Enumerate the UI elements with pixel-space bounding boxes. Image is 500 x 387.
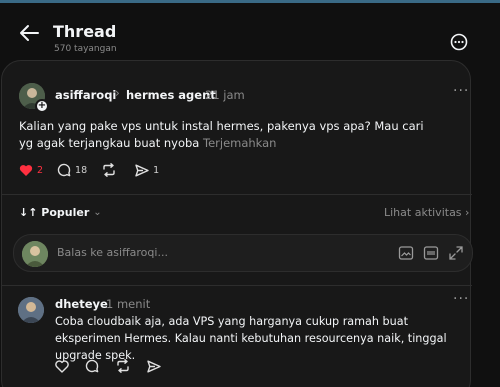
gif-icon [423,246,439,260]
more-options-button[interactable] [450,33,468,51]
comment-reply-button[interactable] [85,358,99,377]
like-button[interactable]: 2 [19,164,43,177]
sort-label: Populer [41,206,90,219]
share-button[interactable]: 1 [135,164,159,177]
post-author[interactable]: asiffaroqi [55,88,116,102]
like-count: 2 [37,164,44,176]
divider [2,194,472,195]
image-icon [398,246,414,260]
comment-more-button[interactable]: ··· [453,291,469,307]
back-button[interactable] [18,23,40,43]
image-button[interactable] [398,245,414,261]
heart-icon [55,360,69,373]
gif-button[interactable] [423,245,439,261]
sort-icon: ↓↑ [19,206,42,219]
thread-card: + asiffaroqi › hermes agent 21 jam ··· K… [1,60,473,387]
comment-share-button[interactable] [147,358,161,377]
post-actions: 2 18 1 [19,162,173,178]
comment-author[interactable]: dheteye [55,297,108,311]
more-circle-icon [450,33,468,51]
chevron-right-icon: › [465,206,470,219]
send-icon [135,164,149,176]
divider [2,285,472,286]
avatar [22,241,48,267]
avatar-image [22,241,48,267]
comment-icon [85,359,99,373]
view-activity-label: Lihat aktivitas [384,206,462,219]
post-more-button[interactable]: ··· [453,83,469,99]
heart-icon [19,164,33,176]
expand-icon [449,246,463,260]
post-time: 21 jam [205,88,245,102]
comment-icon [57,163,71,177]
comment-repost-button[interactable] [115,358,131,377]
view-count: 570 tayangan [54,44,117,54]
send-icon [147,360,161,373]
avatar[interactable] [18,297,44,323]
chevron-down-icon: ⌄ [93,207,102,218]
share-count: 1 [153,164,160,176]
page-header: Thread 570 tayangan [0,3,500,61]
arrow-left-icon [20,25,39,41]
reply-tools [398,245,473,261]
repost-button[interactable] [101,163,121,177]
reply-placeholder: Balas ke asiffaroqi... [57,246,168,259]
post-topic[interactable]: hermes agent [126,88,216,102]
comment-actions [55,358,177,377]
comment-text: Coba cloudbaik aja, ada VPS yang hargany… [55,315,447,362]
comment-like-button[interactable] [55,358,69,377]
translate-link[interactable]: Terjemahkan [203,136,276,150]
reply-button[interactable]: 18 [57,163,87,177]
chevron-right-icon: › [115,86,120,100]
view-activity-link[interactable]: Lihat aktivitas › [384,206,469,219]
expand-button[interactable] [448,245,464,261]
comment-time: 1 menit [106,297,151,311]
reply-count: 18 [75,164,88,176]
follow-plus-icon[interactable]: + [35,99,49,113]
sort-dropdown[interactable]: ↓↑ Populer ⌄ [19,206,102,219]
post-body: Kalian yang pake vps untuk instal hermes… [19,118,439,152]
page-title: Thread [53,22,117,41]
repost-icon [117,359,129,373]
reply-input[interactable]: Balas ke asiffaroqi... [13,234,473,272]
repost-icon [103,163,115,177]
avatar-image [18,297,44,323]
